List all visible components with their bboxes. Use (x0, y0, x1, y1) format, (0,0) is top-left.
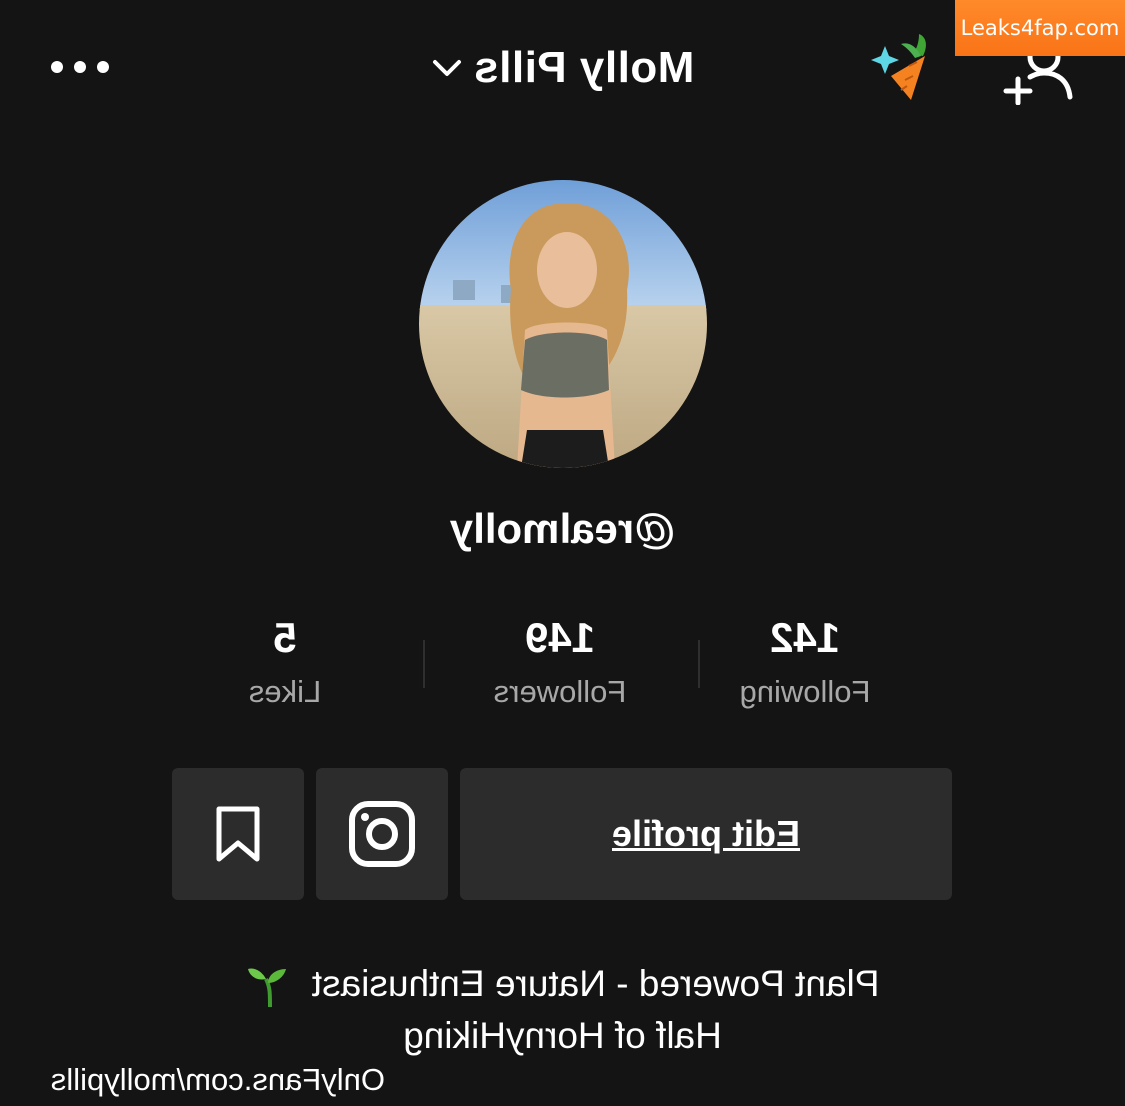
stat-value: 149 (524, 614, 596, 661)
more-options-button[interactable] (45, 45, 115, 89)
stat-value: 5 (273, 614, 297, 661)
edit-profile-button[interactable]: Edit profile (460, 768, 952, 900)
instagram-icon (349, 801, 415, 867)
stat-divider (698, 640, 700, 688)
bio-line: Half of HornyHiking (403, 1015, 722, 1056)
stat-value: 142 (769, 614, 841, 661)
stat-label: Likes (248, 674, 322, 709)
instagram-button[interactable] (316, 768, 448, 900)
seedling-icon (247, 968, 286, 1008)
account-switcher[interactable]: Molly Pills (413, 38, 713, 98)
stat-likes[interactable]: 5 Likes (185, 612, 385, 722)
avatar-photo (419, 180, 707, 468)
profile-link[interactable]: OnlyFans.com/mollypills (0, 1062, 385, 1102)
stat-following[interactable]: 142 Following (690, 612, 920, 722)
carrot-sparkle-icon (867, 26, 947, 106)
watermark: Leaks4fap.com (955, 0, 1125, 56)
stat-label: Following (739, 674, 871, 709)
stat-label: Followers (493, 674, 627, 709)
page-title: Molly Pills (473, 43, 695, 92)
favorites-button[interactable] (172, 768, 304, 900)
stat-followers[interactable]: 149 Followers (445, 612, 675, 722)
more-dots-icon (51, 61, 109, 73)
profile-screen: Molly Pills @realmolly 142 Following 149… (0, 0, 1125, 1106)
chevron-down-icon (432, 60, 461, 76)
bio-text: Plant Powered - Nature Enthusiast (311, 963, 880, 1004)
stat-divider (423, 640, 425, 688)
username: @realmolly (449, 505, 676, 552)
bookmark-icon (216, 806, 260, 862)
avatar[interactable] (419, 180, 707, 468)
bio-line: Plant Powered - Nature Enthusiast (160, 960, 965, 1009)
